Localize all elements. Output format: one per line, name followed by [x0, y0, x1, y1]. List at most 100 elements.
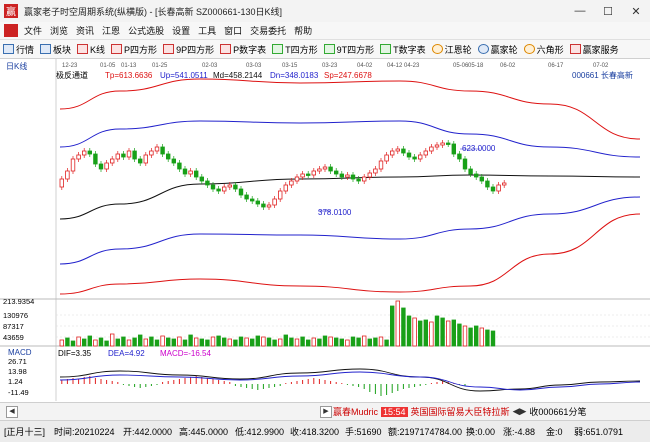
volume-bar [205, 339, 210, 347]
toolbar-service[interactable]: 赢家服务 [567, 43, 622, 56]
menu-gann[interactable]: 江恩 [98, 24, 124, 37]
minimize-button[interactable]: — [566, 0, 594, 22]
menu-info[interactable]: 资讯 [72, 24, 98, 37]
ticker-nav-icon[interactable]: ◀▶ [513, 406, 527, 417]
volume-bar [199, 338, 204, 347]
toolbar-t-square[interactable]: T四方形 [269, 43, 321, 56]
info-close: 收:418.3200 [290, 427, 340, 437]
candle-body [311, 170, 316, 176]
candle-body [160, 146, 165, 155]
volume-bar [87, 335, 92, 347]
candle-body [132, 150, 137, 160]
close-button[interactable]: ✕ [622, 0, 650, 22]
maximize-button[interactable]: ☐ [594, 0, 622, 22]
menu-window[interactable]: 窗口 [220, 24, 246, 37]
info-open: 开:442.0000 [123, 427, 173, 437]
candle-body [317, 168, 322, 172]
app-logo-icon: 赢 [4, 4, 18, 18]
candle-body [199, 176, 204, 182]
volume-bar [479, 327, 484, 347]
toolbar-gann-wheel[interactable]: 江恩轮 [429, 43, 475, 56]
date-label: 04-23 [404, 63, 420, 69]
candle-body [445, 142, 451, 145]
toolbar-p-number[interactable]: P数字表 [217, 43, 269, 56]
scroll-right-button[interactable]: ▶ [320, 406, 332, 418]
date-label: 06-17 [548, 63, 564, 69]
macd-title: MACD [8, 348, 32, 357]
candle-body [328, 166, 333, 172]
indicator-name: 极反通道 [56, 70, 88, 80]
stock-name: 000661 长春高新 [572, 70, 633, 80]
menu-browse[interactable]: 浏览 [46, 24, 72, 37]
t-square-icon [272, 44, 284, 54]
menu-tools[interactable]: 工具 [194, 24, 220, 37]
tp-value: Tp=613.6636 [105, 71, 153, 80]
menu-file[interactable]: 文件 [20, 24, 46, 37]
volume-bar [227, 338, 232, 347]
menu-trade[interactable]: 交易委托 [246, 24, 290, 37]
volume-bar [261, 336, 266, 347]
tick-detail-link[interactable]: 收000661分笔 [529, 405, 586, 418]
candle-body [468, 168, 473, 175]
service-icon [569, 44, 581, 54]
volume-bar [490, 330, 496, 347]
volume-bar [317, 338, 322, 347]
menu-settings[interactable]: 设置 [168, 24, 194, 37]
candle-body [423, 150, 428, 156]
menu-formula[interactable]: 公式选股 [124, 24, 168, 37]
period-label[interactable]: 日K线 [6, 61, 27, 71]
volume-bar [177, 336, 182, 347]
toolbar-9p-square[interactable]: 9P四方形 [160, 43, 217, 56]
volume-bar [485, 329, 490, 347]
candle-body [501, 182, 507, 186]
p-number-icon [220, 44, 232, 54]
candle-body [389, 150, 395, 156]
volume-bar [266, 337, 272, 347]
date-label: 04-02 [357, 63, 373, 69]
macd-value: MACD=-16.54 [160, 349, 211, 358]
volume-bar [367, 338, 372, 347]
candle-body [429, 146, 434, 152]
candle-body [283, 184, 288, 192]
date-label: 01-05 [100, 63, 116, 69]
toolbar-hexagon[interactable]: 六角形 [521, 43, 567, 56]
candle-body [322, 166, 328, 170]
toolbar-p-square[interactable]: P四方形 [108, 43, 160, 56]
volume-bar [277, 338, 283, 347]
volume-top-label: 213.9354 [3, 297, 34, 306]
volume-bar [305, 339, 311, 347]
news-ticker[interactable]: 赢春Mudric 15:54 英国国际留易大臣特拉斯 ◀▶ 收000661分笔 [333, 405, 586, 418]
toolbar-sector[interactable]: 板块 [37, 43, 74, 56]
candle-body [261, 203, 266, 208]
candle-body [87, 150, 92, 155]
toolbar-kline[interactable]: K线 [74, 43, 108, 56]
toolbar-quotes[interactable]: 行情 [0, 43, 37, 56]
info-amount: 额:2197174784.00 [388, 427, 463, 437]
date-label: 05-06 [453, 63, 469, 69]
candle-body [137, 158, 143, 164]
volume-bar [473, 325, 479, 347]
volume-bar [70, 340, 76, 347]
candle-body [266, 204, 272, 208]
date-label: 02-03 [202, 63, 218, 69]
volume-bar [417, 320, 423, 347]
9t-square-icon [323, 44, 335, 54]
volume-bar [373, 337, 378, 347]
menu-help[interactable]: 帮助 [290, 24, 316, 37]
toolbar-t-number[interactable]: T数字表 [377, 43, 429, 56]
volume-tick-3: 43659 [3, 333, 24, 342]
volume-bar [294, 338, 300, 347]
hexagon-icon [523, 44, 535, 54]
dn-value: Dn=348.0183 [270, 71, 319, 80]
macd-dea: DEA=4.92 [108, 349, 145, 358]
toolbar-winner-wheel[interactable]: 赢家轮 [475, 43, 521, 56]
stock-chart[interactable]: 日K线 极反通道 Tp=613.6636 Up=541.0511 Md=458.… [0, 59, 650, 401]
menu-logo-icon [4, 24, 18, 37]
candle-body [305, 173, 311, 176]
date-label: 05-18 [468, 63, 484, 69]
volume-bar [462, 325, 468, 347]
low-annotation: 378.0100 [318, 208, 352, 217]
toolbar-9t-square[interactable]: 9T四方形 [321, 43, 378, 56]
scroll-left-button[interactable]: ◀ [6, 406, 18, 418]
candle-body [244, 194, 249, 200]
